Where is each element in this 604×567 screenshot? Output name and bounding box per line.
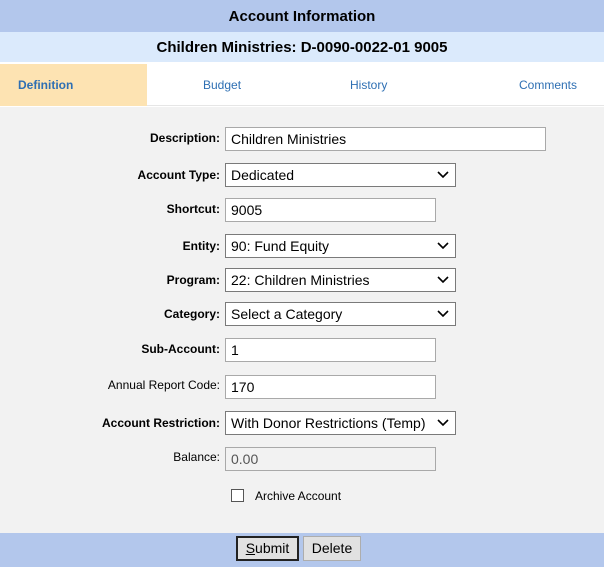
balance-field: 0.00 <box>225 447 436 471</box>
chevron-down-icon <box>437 276 449 284</box>
account-restriction-value: With Donor Restrictions (Temp) <box>231 415 426 431</box>
tab-history[interactable]: History <box>350 64 387 106</box>
sub-account-field[interactable]: 1 <box>225 338 436 362</box>
delete-button[interactable]: Delete <box>303 536 361 561</box>
program-select[interactable]: 22: Children Ministries <box>225 268 456 292</box>
category-select[interactable]: Select a Category <box>225 302 456 326</box>
account-subtitle: Children Ministries: D-0090-0022-01 9005 <box>0 32 604 62</box>
chevron-down-icon <box>437 310 449 318</box>
submit-accesskey: S <box>245 540 256 556</box>
chevron-down-icon <box>437 171 449 179</box>
annual-report-code-label: Annual Report Code: <box>107 378 220 392</box>
entity-label: Entity: <box>182 239 220 253</box>
window-title: Account Information <box>0 0 604 32</box>
archive-account-label: Archive Account <box>255 489 342 503</box>
category-label: Category: <box>163 307 220 321</box>
button-bar: Submit Delete <box>0 533 604 567</box>
account-restriction-label: Account Restriction: <box>101 416 220 430</box>
submit-button[interactable]: Submit <box>236 536 299 561</box>
entity-select[interactable]: 90: Fund Equity <box>225 234 456 258</box>
balance-label: Balance: <box>173 450 220 464</box>
account-form: Description: Children Ministries Account… <box>0 107 604 533</box>
archive-account-checkbox[interactable] <box>231 489 244 502</box>
shortcut-field[interactable]: 9005 <box>225 198 436 222</box>
tab-bar: Definition Budget History Comments <box>0 64 604 106</box>
tab-comments[interactable]: Comments <box>519 64 577 106</box>
description-label: Description: <box>149 131 220 145</box>
tab-definition[interactable]: Definition <box>0 64 147 106</box>
tab-budget[interactable]: Budget <box>203 64 241 106</box>
chevron-down-icon <box>437 419 449 427</box>
entity-value: 90: Fund Equity <box>231 238 330 254</box>
program-value: 22: Children Ministries <box>231 272 370 288</box>
account-restriction-select[interactable]: With Donor Restrictions (Temp) <box>225 411 456 435</box>
account-type-value: Dedicated <box>231 167 295 183</box>
account-type-select[interactable]: Dedicated <box>225 163 456 187</box>
category-value: Select a Category <box>231 306 343 322</box>
account-type-label: Account Type: <box>137 168 220 182</box>
description-field[interactable]: Children Ministries <box>225 127 546 151</box>
chevron-down-icon <box>437 242 449 250</box>
annual-report-code-field[interactable]: 170 <box>225 375 436 399</box>
shortcut-label: Shortcut: <box>166 202 220 216</box>
submit-label: ubmit <box>255 540 290 556</box>
program-label: Program: <box>166 273 220 287</box>
sub-account-label: Sub-Account: <box>141 342 220 356</box>
